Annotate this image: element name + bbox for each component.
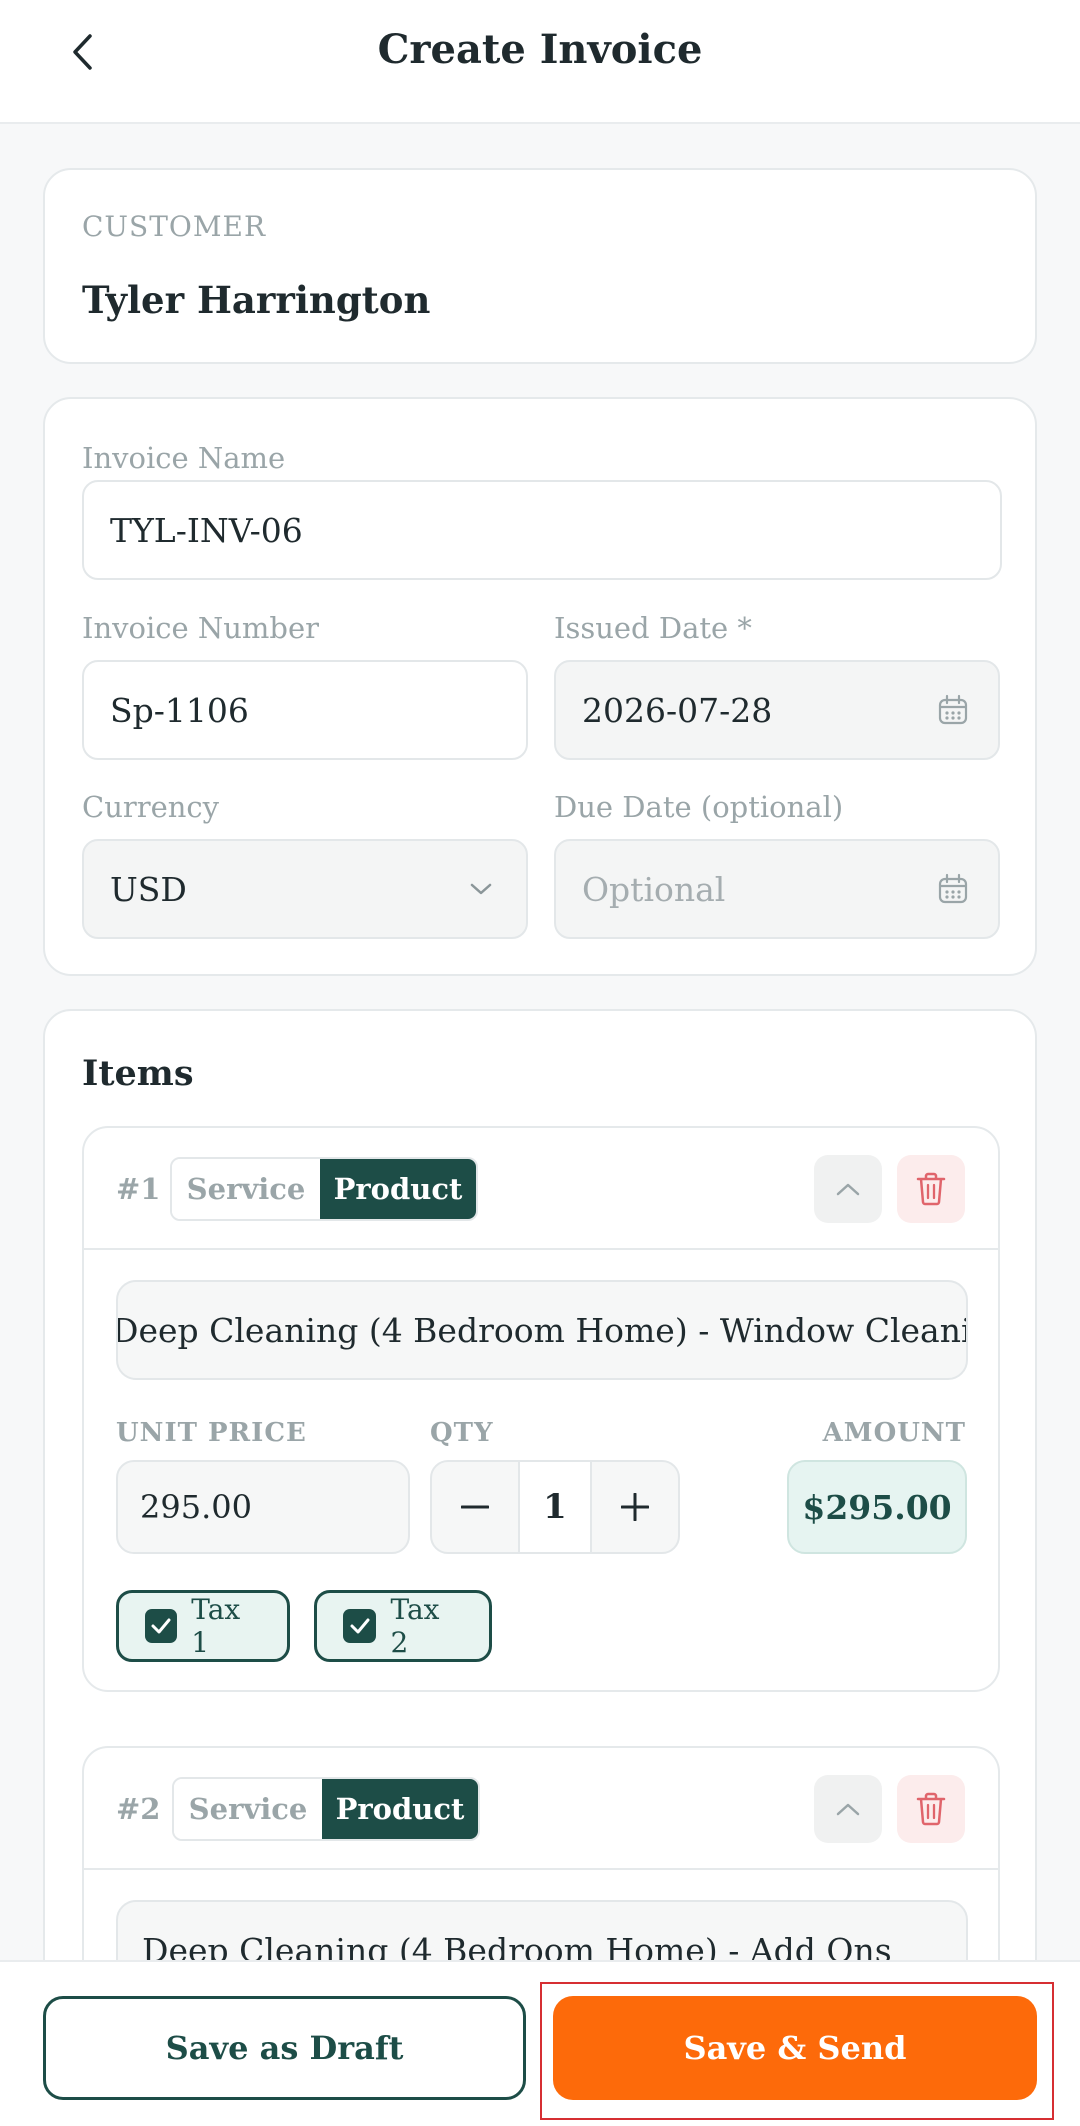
checkbox-checked-icon	[145, 1609, 178, 1643]
qty-label: QTY	[430, 1418, 494, 1448]
trash-icon	[916, 1792, 946, 1826]
line-item-1: #1 Service Product Deep Cleaning (4 Bedr…	[82, 1126, 1000, 1692]
amount-label: AMOUNT	[822, 1418, 966, 1448]
trash-icon	[916, 1172, 946, 1206]
issued-date-field[interactable]: 2026-07-28	[554, 660, 1000, 760]
item-description-value: Deep Cleaning (4 Bedroom Home) - Window …	[116, 1310, 968, 1350]
invoice-number-field[interactable]: Sp-1106	[82, 660, 528, 760]
chevron-up-icon	[836, 1803, 860, 1816]
items-card: Items #1 Service Product Deep Cleaning (…	[43, 1009, 1037, 2126]
item-type-toggle: Service Product	[172, 1777, 480, 1841]
checkbox-checked-icon	[343, 1609, 377, 1643]
calendar-icon	[936, 872, 970, 906]
plus-icon	[621, 1493, 649, 1521]
invoice-details-card: Invoice Name TYL-INV-06 Invoice Number S…	[43, 397, 1037, 976]
unit-price-value: 295.00	[140, 1488, 252, 1526]
item-number: #2	[116, 1792, 161, 1826]
item-number: #1	[116, 1172, 161, 1206]
issued-date-label: Issued Date *	[554, 611, 752, 645]
due-date-label: Due Date (optional)	[554, 790, 844, 824]
increment-button[interactable]	[592, 1462, 678, 1552]
tax-2-label: Tax 2	[390, 1593, 440, 1659]
delete-item-button[interactable]	[897, 1775, 965, 1843]
currency-label: Currency	[82, 790, 220, 824]
quantity-value[interactable]: 1	[518, 1462, 592, 1552]
unit-price-field[interactable]: 295.00	[116, 1460, 410, 1554]
customer-label: CUSTOMER	[82, 210, 267, 243]
delete-item-button[interactable]	[897, 1155, 965, 1223]
page-title: Create Invoice	[377, 26, 703, 73]
invoice-number-label: Invoice Number	[82, 611, 320, 645]
issued-date-value: 2026-07-28	[582, 690, 773, 730]
customer-name: Tyler Harrington	[82, 278, 431, 322]
item-header: #1 Service Product	[84, 1128, 998, 1250]
invoice-name-label: Invoice Name	[82, 441, 286, 475]
item-type-toggle: Service Product	[170, 1157, 478, 1221]
tax-1-label: Tax 1	[191, 1593, 241, 1659]
unit-price-label: UNIT PRICE	[116, 1418, 307, 1448]
quantity-stepper: 1	[430, 1460, 680, 1554]
save-and-send-button[interactable]: Save & Send	[553, 1996, 1037, 2100]
item-description-field[interactable]: Deep Cleaning (4 Bedroom Home) - Window …	[116, 1280, 968, 1380]
currency-value: USD	[110, 869, 187, 909]
invoice-name-field[interactable]: TYL-INV-06	[82, 480, 1002, 580]
collapse-item-button[interactable]	[814, 1775, 882, 1843]
save-as-draft-button[interactable]: Save as Draft	[43, 1996, 526, 2100]
tax-2-toggle[interactable]: Tax 2	[314, 1590, 492, 1662]
collapse-item-button[interactable]	[814, 1155, 882, 1223]
invoice-number-value: Sp-1106	[110, 690, 249, 730]
bottom-action-bar: Save as Draft Save & Send	[0, 1960, 1080, 2126]
calendar-icon	[936, 693, 970, 727]
chevron-down-icon	[464, 872, 498, 906]
invoice-name-value: TYL-INV-06	[110, 510, 303, 550]
item-amount: $295.00	[787, 1460, 967, 1554]
chevron-up-icon	[836, 1183, 860, 1196]
type-product-option[interactable]: Product	[322, 1779, 478, 1839]
type-service-option[interactable]: Service	[174, 1779, 322, 1839]
type-service-option[interactable]: Service	[172, 1159, 320, 1219]
customer-card[interactable]: CUSTOMER Tyler Harrington	[43, 168, 1037, 364]
item-header: #2 Service Product	[84, 1748, 998, 1870]
due-date-placeholder: Optional	[582, 869, 726, 909]
tax-1-toggle[interactable]: Tax 1	[116, 1590, 290, 1662]
due-date-field[interactable]: Optional	[554, 839, 1000, 939]
currency-select[interactable]: USD	[82, 839, 528, 939]
minus-icon	[461, 1505, 489, 1509]
top-bar: Create Invoice	[0, 0, 1080, 124]
items-title: Items	[82, 1053, 194, 1094]
type-product-option[interactable]: Product	[320, 1159, 476, 1219]
decrement-button[interactable]	[432, 1462, 518, 1552]
